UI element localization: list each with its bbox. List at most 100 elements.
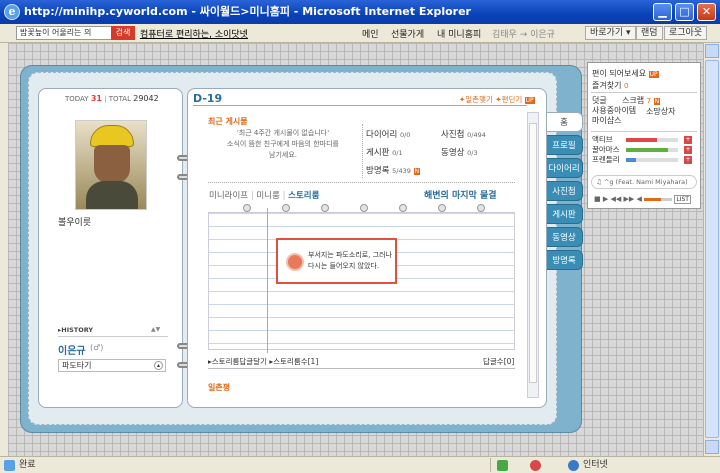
count-diary[interactable]: 다이어리 0/0: [366, 128, 410, 140]
tab-minilife[interactable]: 미니라이프: [209, 191, 248, 201]
cyworld-toolbar: 밤꽃늪이 어울리는 의 검색 컴퓨터로 편리하는, 소이닷넷 메인 선물가게 내…: [0, 24, 720, 43]
activity-bars: 액티브 + 꿀아마스 + 프렌들리 +: [592, 135, 698, 165]
count-guestbook-label: 방명록: [366, 166, 390, 176]
story-tabs: 미니라이프 | 미니룸 | 스토리룸: [209, 191, 320, 201]
story-popup-message: 부서지는 파도소리로, 그러나 다시는 들어오지 않았다.: [308, 251, 392, 270]
total-count: 29042: [133, 94, 159, 103]
today-label: TODAY: [65, 95, 89, 103]
story-count-link[interactable]: ▸스토리룸수[1]: [269, 357, 318, 366]
tab-photos[interactable]: 사진첩: [545, 181, 583, 201]
maximize-button[interactable]: □: [675, 3, 694, 21]
panel-wishbox[interactable]: 소망상자: [646, 107, 675, 117]
up-badge: UP: [648, 71, 659, 78]
ie-logo-icon: e: [4, 4, 20, 20]
activity-bar-row: 액티브 +: [592, 135, 698, 145]
story-reply-link[interactable]: ▸스토리룸답글달기: [208, 357, 267, 366]
zone-text: 인터넷: [583, 460, 608, 470]
count-board[interactable]: 게시판 0/1: [366, 146, 403, 158]
profile-status: 볼우이릇: [58, 218, 92, 228]
volume-icon[interactable]: ◀: [637, 195, 642, 203]
volume-slider[interactable]: [644, 197, 673, 201]
tab-guestbook[interactable]: 방명록: [545, 250, 583, 270]
menu-main[interactable]: 메인: [362, 27, 379, 40]
search-input[interactable]: 밤꽃늪이 어울리는 의: [16, 26, 112, 40]
tab-board[interactable]: 게시판: [545, 204, 583, 224]
panel-scrap[interactable]: 스크랩 7 N: [622, 96, 675, 107]
tab-profile[interactable]: 프로필: [545, 135, 583, 155]
scrollbar-thumb[interactable]: [705, 60, 719, 438]
reply-count: 답글수[0]: [483, 357, 515, 366]
panel-scrap-label: 스크랩: [622, 96, 645, 105]
new-badge: N: [653, 98, 661, 105]
activity-bar-label: 프렌들리: [592, 155, 620, 164]
count-diary-label: 다이어리: [366, 130, 398, 140]
goto-button[interactable]: 바로가기 ▾: [585, 26, 636, 40]
count-photos[interactable]: 사진첩 0/494: [441, 128, 486, 140]
scroll-up-icon[interactable]: [705, 44, 719, 58]
close-button[interactable]: ✕: [697, 3, 716, 21]
panel-col2: 스크랩 7 N 소망상자: [622, 96, 675, 117]
panel-invite[interactable]: 편이 되어보세요 UP: [592, 68, 659, 79]
today-count: 31: [90, 94, 102, 103]
play-icon[interactable]: ▶: [603, 195, 608, 203]
prev-icon[interactable]: ◀◀: [610, 195, 621, 203]
user-path: 김태우 → 이은규: [492, 30, 555, 40]
tab-miniroom[interactable]: 미니룸: [256, 191, 279, 201]
notebook-hole: [243, 204, 251, 212]
activity-bar-fill: [626, 148, 668, 152]
next-icon[interactable]: ▶▶: [624, 195, 635, 203]
ilchon-link[interactable]: ✦일촌맺기: [459, 95, 493, 104]
page-scrollbar-thumb[interactable]: [529, 123, 537, 383]
ad-link[interactable]: 컴퓨터로 편리하는, 소이닷넷: [140, 27, 248, 40]
count-guestbook[interactable]: 방명록 5/439 N: [366, 164, 421, 176]
activity-bar-fill: [626, 158, 637, 162]
activity-bar-fill: [626, 138, 658, 142]
menu-gift-shop[interactable]: 선물가게: [391, 27, 424, 40]
list-button[interactable]: LIST: [674, 195, 691, 204]
menu-my-minihp[interactable]: 내 미니홈피: [437, 27, 481, 40]
page-icon: [4, 460, 15, 471]
history-label[interactable]: ▸HISTORY: [58, 326, 93, 334]
plus-icon[interactable]: +: [684, 136, 692, 144]
count-diary-value: 0/0: [399, 131, 411, 139]
activity-bar-row: 프렌들리 +: [592, 155, 698, 165]
follow-link[interactable]: ✦편딘기: [495, 95, 522, 104]
ilchon-links: ✦일촌맺기 ✦편딘기 UP: [459, 94, 535, 105]
globe-icon: [568, 460, 579, 471]
surfing-select[interactable]: 파도타기 ▴: [58, 359, 166, 372]
stop-icon[interactable]: ■: [594, 195, 601, 203]
panel-myshop[interactable]: 마이샵스: [592, 116, 636, 126]
story-popup: 부서지는 파도소리로, 그러나 다시는 들어오지 않았다.: [276, 238, 397, 284]
tab-home[interactable]: 홈: [545, 112, 583, 132]
notebook-hole: [477, 204, 485, 212]
status-text: 완료: [19, 460, 36, 470]
logout-button[interactable]: 로그아웃: [664, 26, 708, 40]
tab-video[interactable]: 동영상: [545, 227, 583, 247]
panel-favorites-label: 즐겨찾기: [592, 81, 622, 90]
activity-bar-label: 액티브: [592, 135, 613, 144]
profile-photo: [75, 120, 147, 210]
count-video[interactable]: 동영상 0/3: [441, 146, 478, 158]
up-badge: UP: [524, 97, 535, 104]
visitor-counter: TODAY 31 | TOTAL 29042: [65, 94, 159, 103]
search-button[interactable]: 검색: [111, 26, 135, 40]
recent-empty-message: '최근 4주간 게시물이 없습니다' 소식이 뜸한 친구에게 마음의 한마디를 …: [227, 129, 339, 159]
panel-favorites[interactable]: 즐겨찾기 0: [592, 80, 628, 91]
security-icon: [497, 460, 508, 471]
minimize-button[interactable]: ▁: [653, 3, 672, 21]
surfing-select-value: 파도타기: [62, 361, 92, 370]
page-scrollbar[interactable]: [527, 112, 539, 398]
tab-diary[interactable]: 다이어리: [545, 158, 583, 178]
chevron-down-icon[interactable]: ▴: [154, 361, 163, 370]
activity-bar-label: 꿀아마스: [592, 145, 620, 154]
plus-icon[interactable]: +: [684, 146, 692, 154]
random-button[interactable]: 랜덤: [636, 26, 663, 40]
title-bar: e http://minihp.cyworld.com - 싸이월드>미니홈피 …: [0, 0, 720, 24]
story-title: 해변의 마지막 물결: [424, 191, 497, 201]
profile-gender: (♂): [90, 343, 104, 352]
scroll-down-icon[interactable]: [705, 440, 719, 454]
tab-storyroom[interactable]: 스토리룸: [288, 191, 319, 201]
notebook-hole: [399, 204, 407, 212]
plus-icon[interactable]: +: [684, 156, 692, 164]
history-arrows-icon[interactable]: ▲▼: [151, 326, 160, 333]
